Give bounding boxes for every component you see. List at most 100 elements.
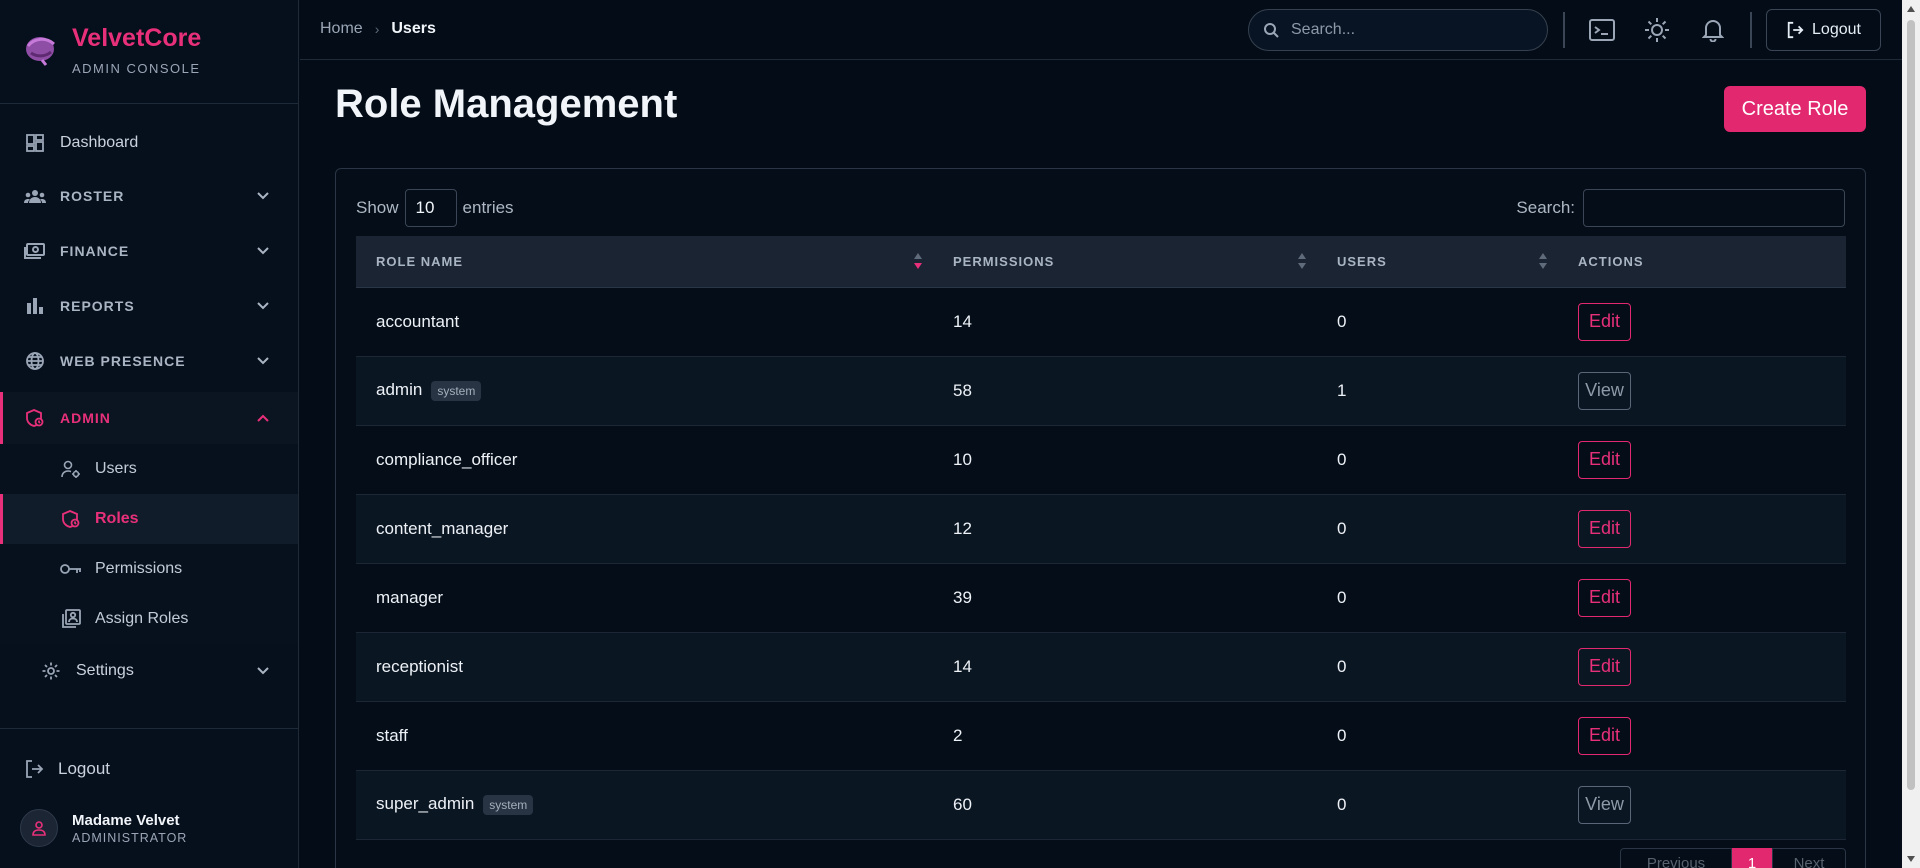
system-badge: system: [483, 794, 534, 815]
actions-cell: Edit: [1558, 425, 1846, 495]
chevron-down-icon: [257, 357, 269, 365]
globe-icon: [24, 350, 46, 372]
view-button[interactable]: View: [1578, 785, 1631, 824]
table-search-label: Search:: [1516, 198, 1575, 217]
sidebar-subitem-assign-roles[interactable]: Assign Roles: [0, 594, 298, 644]
system-badge: system: [431, 380, 482, 401]
sidebar-item-roster[interactable]: ROSTER: [0, 172, 298, 220]
reports-icon: [24, 295, 46, 317]
table-row: staff 2 0 Edit: [356, 701, 1846, 771]
sort-asc-icon: [914, 253, 922, 269]
users-cell: 0: [1317, 287, 1558, 357]
breadcrumb: Home › Users: [320, 20, 436, 38]
show-label: Show: [356, 198, 399, 217]
edit-button[interactable]: Edit: [1578, 509, 1631, 548]
sidebar-item-label: ROSTER: [60, 188, 125, 204]
table-row: admin system 58 1 View: [356, 356, 1846, 426]
page-scrollbar[interactable]: [1902, 0, 1920, 868]
view-button[interactable]: View: [1578, 371, 1631, 410]
role-name-cell: receptionist: [356, 632, 933, 702]
edit-button[interactable]: Edit: [1578, 578, 1631, 617]
sidebar-item-label: Settings: [76, 662, 134, 679]
logout-icon: [26, 760, 44, 778]
table-row: compliance_officer 10 0 Edit: [356, 425, 1846, 495]
theme-toggle-button[interactable]: [1640, 13, 1674, 47]
sidebar-item-label: Dashboard: [60, 134, 139, 151]
column-header-permissions[interactable]: PERMISSIONS: [933, 236, 1317, 288]
divider: [1750, 12, 1752, 48]
table-row: content_manager 12 0 Edit: [356, 494, 1846, 564]
sort-icon: [1539, 253, 1547, 269]
sidebar-item-admin[interactable]: ADMIN: [0, 392, 298, 444]
role-name: admin: [376, 380, 423, 400]
gear-icon: [40, 660, 62, 682]
chevron-up-icon: [257, 414, 269, 422]
topbar-logout-button[interactable]: Logout: [1766, 9, 1881, 51]
sidebar-item-settings[interactable]: Settings: [0, 647, 298, 695]
scrollbar-thumb[interactable]: [1907, 20, 1915, 790]
user-profile[interactable]: Madame Velvet ADMINISTRATOR: [20, 809, 187, 847]
sidebar-item-finance[interactable]: FINANCE: [0, 227, 298, 275]
entries-select[interactable]: 10: [404, 189, 457, 227]
column-header-label: PERMISSIONS: [953, 253, 1055, 269]
user-gear-icon: [60, 458, 82, 480]
sidebar-item-web-presence[interactable]: WEB PRESENCE: [0, 337, 298, 385]
actions-cell: Edit: [1558, 563, 1846, 633]
sidebar-subitem-label: Roles: [95, 510, 139, 527]
scroll-up-arrow-icon[interactable]: [1907, 6, 1915, 12]
role-name: compliance_officer: [376, 449, 518, 469]
breadcrumb-home-link[interactable]: Home: [320, 20, 363, 38]
scroll-down-arrow-icon[interactable]: [1907, 856, 1915, 862]
user-icon: [32, 821, 46, 836]
edit-button[interactable]: Edit: [1578, 716, 1631, 755]
pagination-page-1[interactable]: 1: [1732, 848, 1772, 868]
users-cell: 0: [1317, 563, 1558, 633]
table-search: Search:: [1516, 189, 1845, 227]
table-search-input[interactable]: [1583, 189, 1845, 227]
create-role-button[interactable]: Create Role: [1724, 86, 1866, 132]
table-row: super_admin system 60 0 View: [356, 770, 1846, 840]
terminal-button[interactable]: [1585, 13, 1619, 47]
sort-icon: [1298, 253, 1306, 269]
pagination-previous[interactable]: Previous: [1620, 848, 1732, 868]
permissions-cell: 14: [933, 287, 1317, 357]
assign-roles-icon: [60, 608, 82, 630]
sidebar-footer: Logout Madame Velvet ADMINISTRATOR: [0, 728, 299, 868]
role-name: receptionist: [376, 656, 463, 676]
entries-label: entries: [462, 198, 514, 217]
chevron-down-icon: [257, 667, 269, 675]
edit-button[interactable]: Edit: [1578, 440, 1631, 479]
chevron-right-icon: ›: [374, 21, 380, 37]
column-header-users[interactable]: USERS: [1317, 236, 1558, 288]
sidebar-subitem-roles[interactable]: Roles: [0, 494, 298, 544]
global-search-input[interactable]: [1291, 21, 1521, 39]
logout-icon: [1787, 21, 1804, 39]
sidebar-item-dashboard[interactable]: Dashboard: [0, 119, 298, 167]
sun-icon: [1645, 18, 1669, 42]
pagination-next[interactable]: Next: [1772, 848, 1846, 868]
sidebar-item-reports[interactable]: REPORTS: [0, 282, 298, 330]
pagination: Previous 1 Next: [1620, 848, 1846, 868]
entries-length-control: Show 10 entries: [356, 189, 514, 227]
sidebar-subitem-permissions[interactable]: Permissions: [0, 544, 298, 594]
column-header-label: ROLE NAME: [376, 253, 463, 269]
notifications-button[interactable]: [1696, 13, 1730, 47]
actions-cell: Edit: [1558, 701, 1846, 771]
sidebar-subitem-users[interactable]: Users: [0, 444, 298, 494]
edit-button[interactable]: Edit: [1578, 647, 1631, 686]
role-name: content_manager: [376, 518, 509, 538]
permissions-cell: 12: [933, 494, 1317, 564]
sidebar-logout-button[interactable]: Logout: [24, 759, 110, 779]
role-name-cell: accountant: [356, 287, 933, 357]
users-cell: 1: [1317, 356, 1558, 426]
edit-button[interactable]: Edit: [1578, 302, 1631, 341]
role-name-cell: content_manager: [356, 494, 933, 564]
global-search: [1248, 9, 1548, 51]
actions-cell: Edit: [1558, 287, 1846, 357]
sidebar: VelvetCore ADMIN CONSOLE Dashboard ROSTE…: [0, 0, 299, 868]
sidebar-item-label: ADMIN: [60, 410, 111, 426]
brand-name: VelvetCore: [72, 24, 202, 52]
column-header-role-name[interactable]: ROLE NAME: [356, 236, 933, 288]
user-role: ADMINISTRATOR: [72, 830, 188, 845]
users-cell: 0: [1317, 494, 1558, 564]
